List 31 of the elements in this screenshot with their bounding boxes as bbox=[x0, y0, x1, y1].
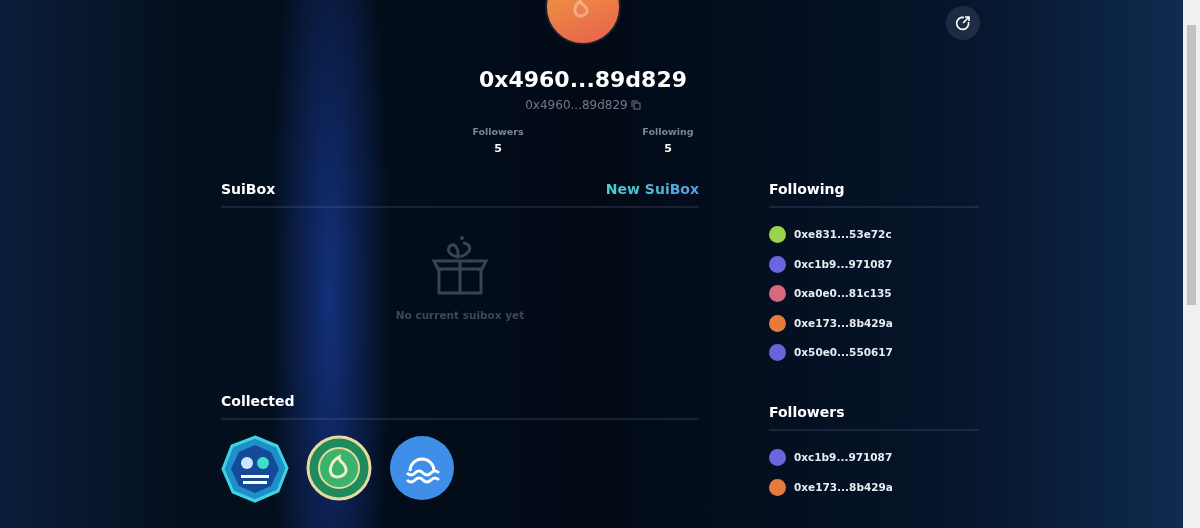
user-address[interactable]: 0xc1b9...971087 bbox=[794, 255, 893, 273]
user-avatar[interactable] bbox=[769, 226, 786, 243]
user-address[interactable]: 0xe173...8b429a bbox=[794, 478, 893, 496]
gift-box-icon bbox=[431, 235, 489, 295]
stat-label: Following bbox=[642, 126, 694, 137]
user-address[interactable]: 0xe831...53e72c bbox=[794, 226, 892, 243]
user-address[interactable]: 0xa0e0...81c135 bbox=[794, 285, 892, 302]
scrollbar[interactable] bbox=[1183, 0, 1200, 528]
nft-coin-drawing[interactable] bbox=[306, 435, 372, 501]
user-address[interactable]: 0xc1b9...971087 bbox=[794, 449, 893, 466]
profile-name: 0x4960...89d829 bbox=[478, 66, 688, 94]
section-title: Followers bbox=[769, 404, 845, 420]
empty-message: No current suibox yet bbox=[395, 309, 525, 321]
share-icon bbox=[955, 15, 971, 31]
user-address[interactable]: 0xe173...8b429a bbox=[794, 314, 893, 332]
user-address[interactable]: 0x50e0...550617 bbox=[794, 344, 893, 361]
stat-label: Followers bbox=[472, 126, 524, 137]
share-button[interactable] bbox=[946, 6, 980, 40]
section-title: Collected bbox=[221, 393, 295, 409]
stat-value[interactable]: 5 bbox=[664, 142, 672, 155]
section-title: SuiBox bbox=[221, 181, 276, 197]
user-avatar[interactable] bbox=[769, 314, 786, 332]
nft-badge-drawing[interactable] bbox=[221, 435, 289, 503]
user-avatar[interactable] bbox=[769, 285, 786, 302]
stat-value[interactable]: 5 bbox=[494, 142, 502, 155]
new-suibox-link[interactable]: New SuiBox bbox=[605, 181, 699, 197]
user-avatar[interactable] bbox=[769, 478, 786, 496]
wallet-address: 0x4960...89d829 bbox=[525, 98, 628, 112]
copy-icon[interactable] bbox=[630, 100, 641, 110]
section-title: Following bbox=[769, 181, 845, 197]
nft-wave-drawing[interactable] bbox=[389, 435, 455, 501]
